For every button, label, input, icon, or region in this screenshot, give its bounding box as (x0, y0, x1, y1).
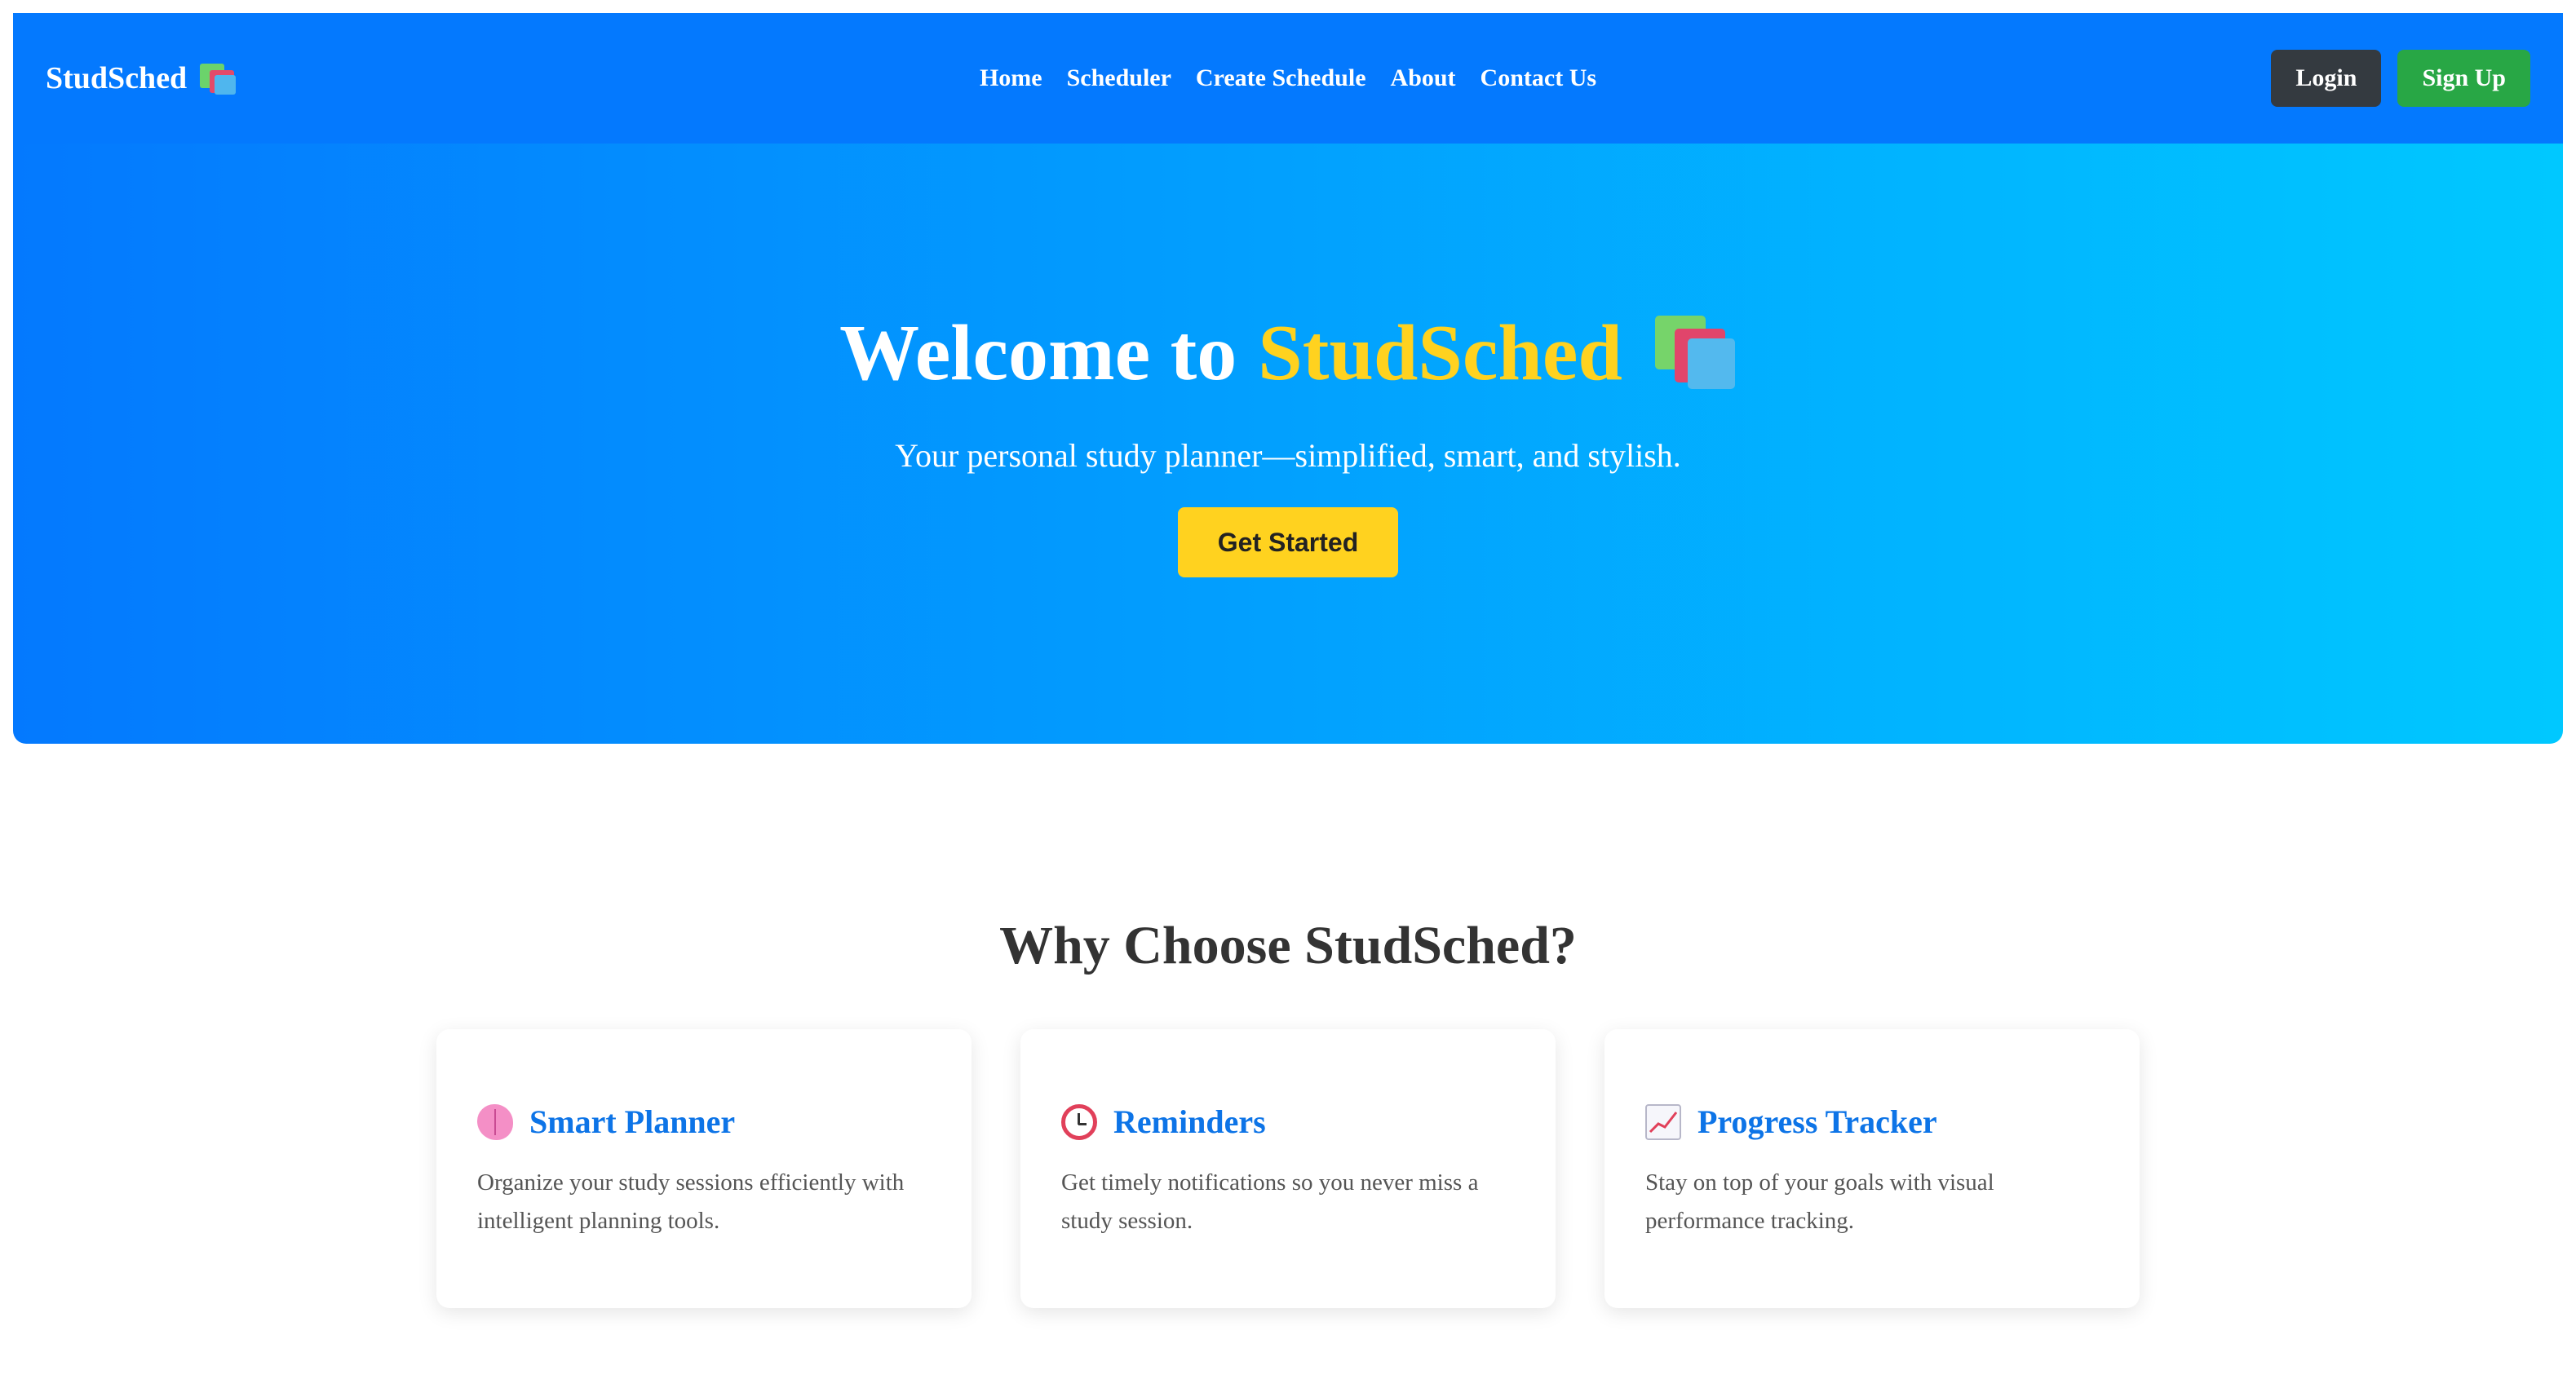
signup-button[interactable]: Sign Up (2397, 50, 2530, 107)
features-section: Why Choose StudSched? Smart Planner Orga… (13, 744, 2563, 1308)
nav-scheduler[interactable]: Scheduler (1067, 64, 1171, 92)
card-description: Get timely notifications so you never mi… (1061, 1169, 1479, 1234)
feature-cards: Smart Planner Organize your study sessio… (436, 1029, 2140, 1308)
feature-card-smart-planner: Smart Planner Organize your study sessio… (436, 1029, 972, 1308)
hero-title-prefix: Welcome to (839, 308, 1237, 397)
hero-subtitle: Your personal study planner—simplified, … (895, 437, 1681, 475)
features-title: Why Choose StudSched? (999, 916, 1577, 975)
hero-title: Welcome to StudSched (839, 308, 1737, 398)
feature-card-progress-tracker: Progress Tracker Stay on top of your goa… (1604, 1029, 2140, 1308)
get-started-button[interactable]: Get Started (1178, 507, 1398, 578)
brand-logo[interactable]: StudSched (46, 60, 237, 96)
nav-about[interactable]: About (1391, 64, 1456, 92)
card-title: Reminders (1113, 1103, 1266, 1140)
feature-card-reminders: Reminders Get timely notifications so yo… (1020, 1029, 1556, 1308)
brain-icon (477, 1103, 513, 1140)
navbar: StudSched Home Scheduler Create Schedule… (13, 13, 2563, 144)
books-icon (1654, 316, 1737, 391)
login-button[interactable]: Login (2271, 50, 2382, 107)
nav-contact-us[interactable]: Contact Us (1481, 64, 1597, 92)
hero-title-brand: StudSched (1258, 308, 1622, 397)
auth-buttons: Login Sign Up (2271, 50, 2530, 107)
card-title: Progress Tracker (1697, 1103, 1937, 1140)
nav-links: Home Scheduler Create Schedule About Con… (980, 64, 1596, 92)
nav-home[interactable]: Home (980, 64, 1042, 92)
hero-section: Welcome to StudSched Your personal study… (13, 144, 2563, 744)
card-header: Reminders (1061, 1103, 1515, 1141)
books-icon (200, 62, 237, 95)
card-description: Stay on top of your goals with visual pe… (1645, 1169, 1994, 1234)
card-header: Progress Tracker (1645, 1103, 2099, 1141)
card-title: Smart Planner (529, 1103, 736, 1140)
nav-create-schedule[interactable]: Create Schedule (1196, 64, 1366, 92)
alarm-clock-icon (1061, 1103, 1097, 1140)
card-description: Organize your study sessions efficiently… (477, 1169, 905, 1234)
page: StudSched Home Scheduler Create Schedule… (13, 13, 2563, 1308)
card-header: Smart Planner (477, 1103, 931, 1141)
chart-icon (1645, 1103, 1681, 1140)
brand-name: StudSched (46, 61, 188, 95)
